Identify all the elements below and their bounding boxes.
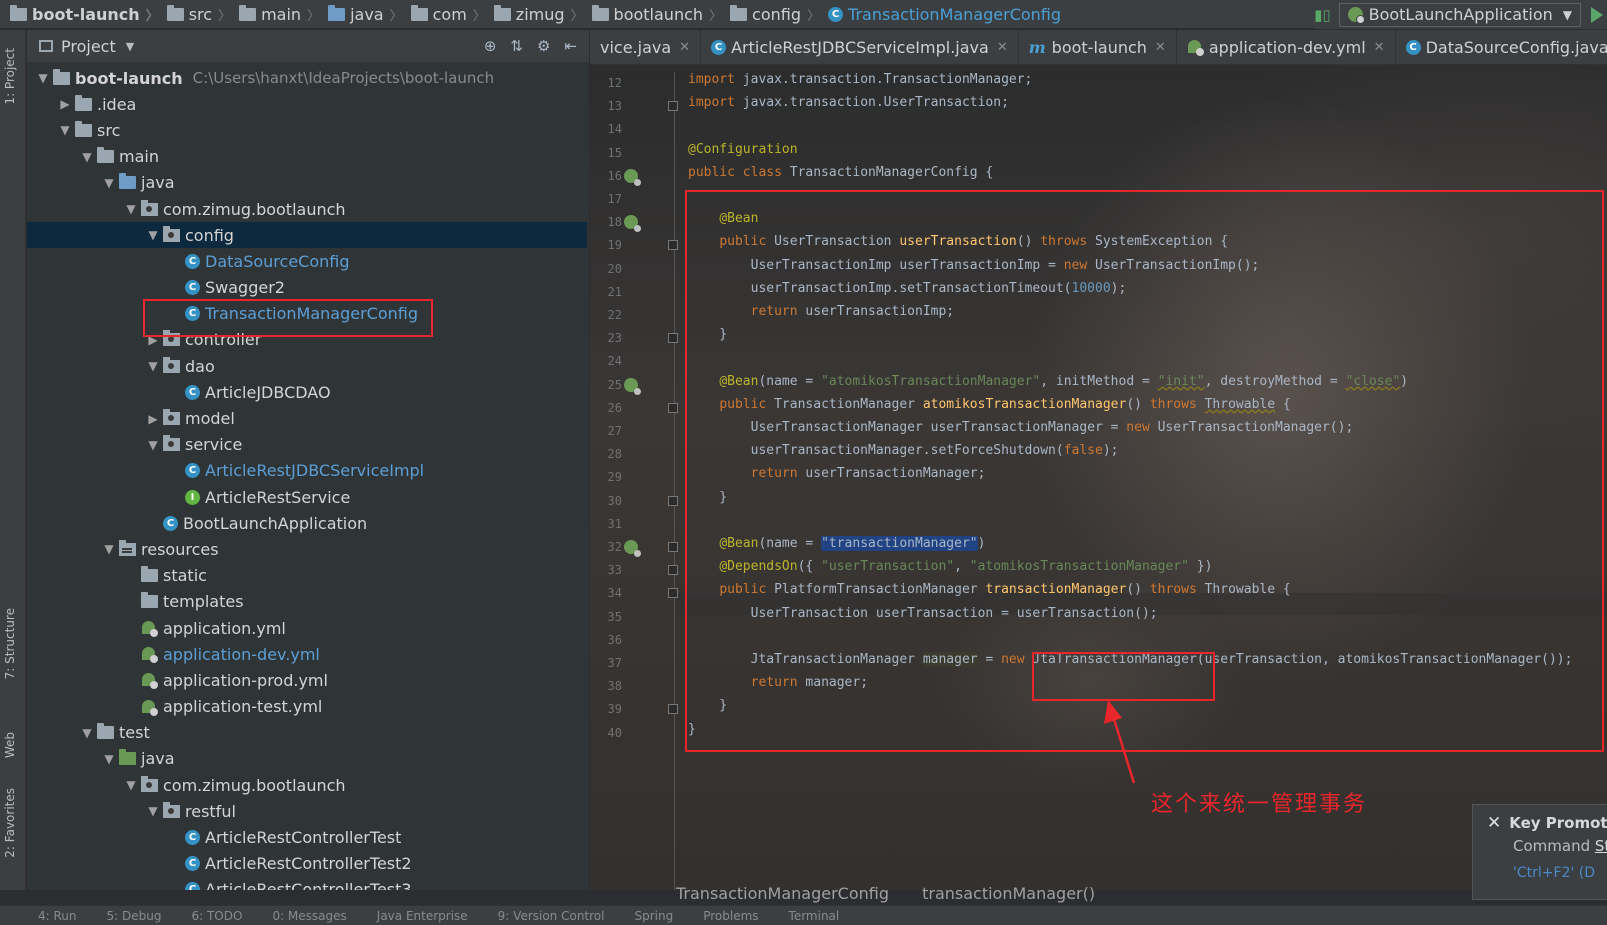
close-icon[interactable]: ✕ bbox=[1487, 813, 1501, 833]
key-promoter-popup: ✕ Key Promoter Command St 'Ctrl+F2' (D bbox=[1472, 804, 1607, 900]
bottom-tool-tab[interactable]: Java Enterprise bbox=[377, 909, 468, 923]
bottom-tool-tab[interactable]: Spring bbox=[634, 909, 673, 923]
bottom-tool-tab[interactable]: 6: TODO bbox=[191, 909, 242, 923]
key-promoter-title: Key Promoter bbox=[1509, 814, 1607, 832]
key-promoter-shortcut: 'Ctrl+F2' (D bbox=[1513, 865, 1595, 881]
bottom-tool-tab[interactable]: 5: Debug bbox=[107, 909, 162, 923]
bottom-tool-strip: 4: Run 5: Debug 6: TODO 0: Messages Java Ent… bbox=[0, 905, 1607, 925]
annotation-text: 这个来统一管理事务 bbox=[1151, 792, 1368, 817]
bottom-tool-tab[interactable]: 4: Run bbox=[38, 909, 77, 923]
bottom-tool-tab[interactable]: Terminal bbox=[789, 909, 840, 923]
editor-crumb-class[interactable]: TransactionManagerConfig bbox=[676, 884, 889, 903]
editor-crumb-method[interactable]: transactionManager() bbox=[922, 884, 1095, 903]
bottom-tool-tab[interactable]: 0: Messages bbox=[272, 909, 346, 923]
key-promoter-body: Command bbox=[1513, 837, 1595, 855]
bottom-tool-tab[interactable]: Problems bbox=[703, 909, 758, 923]
bottom-tool-tab[interactable]: 9: Version Control bbox=[498, 909, 605, 923]
editor-breadcrumb: TransactionManagerConfig transactionMana… bbox=[676, 884, 1123, 903]
key-promoter-link[interactable]: St bbox=[1595, 837, 1607, 855]
